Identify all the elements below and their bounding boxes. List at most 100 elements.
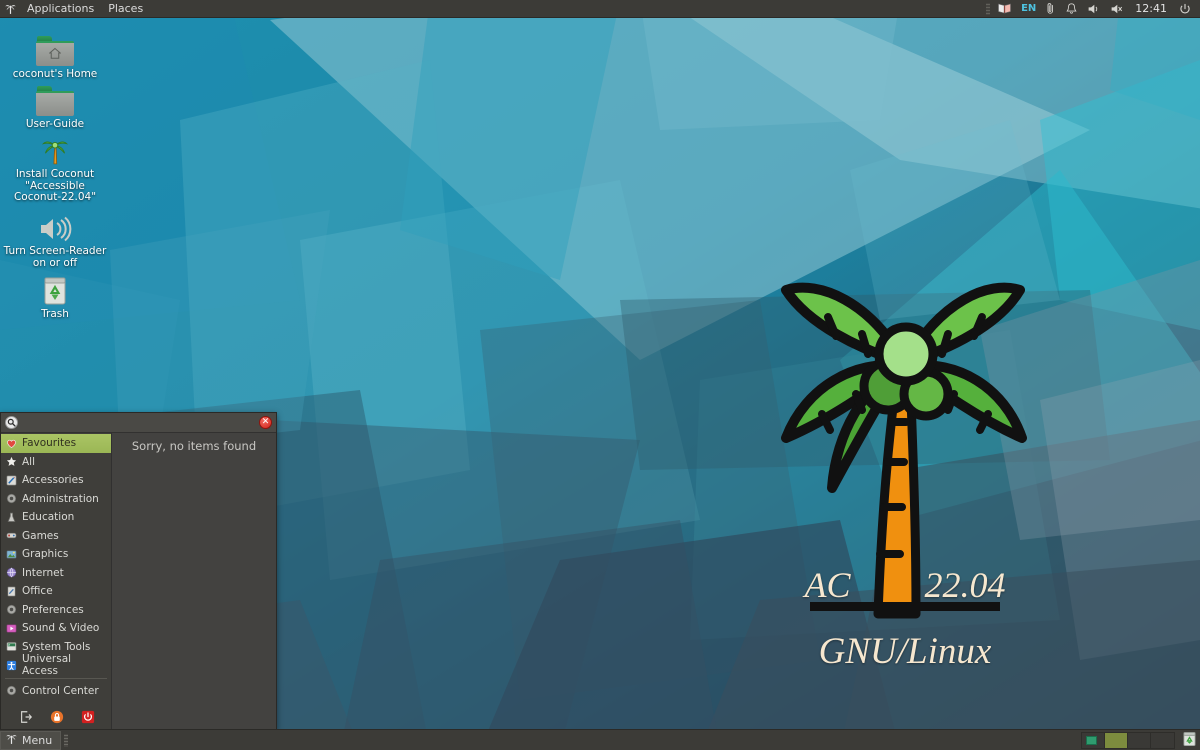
accessibility-icon [5, 659, 17, 671]
menu-category-list: Favourites All Accessories Administratio… [1, 433, 112, 729]
window-task-list [71, 730, 1081, 750]
menu-category-all[interactable]: All [1, 453, 111, 472]
desktop-icon-label: Trash [41, 308, 69, 320]
search-icon[interactable] [5, 416, 18, 429]
menu-places[interactable]: Places [101, 0, 150, 18]
top-panel-menus: Applications Places [0, 0, 150, 18]
palm-tree-icon [0, 2, 20, 15]
workspace-window-thumb [1086, 735, 1097, 745]
workspace-switcher [1081, 731, 1175, 749]
lock-icon[interactable] [50, 710, 64, 724]
menu-category-label: Favourites [22, 437, 77, 450]
trash-icon [0, 268, 110, 306]
gear-icon [5, 685, 17, 697]
menu-category-label: Graphics [22, 548, 69, 561]
top-panel: Applications Places EN 12:41 [0, 0, 1200, 18]
power-icon[interactable] [81, 710, 95, 724]
folder-icon [0, 78, 110, 116]
menu-category-label: Education [22, 511, 75, 524]
bottom-panel: Menu [0, 729, 1200, 750]
home-folder-icon [0, 28, 110, 66]
play-icon [5, 622, 17, 634]
desktop-icon-turn-screen-reader[interactable]: Turn Screen-Reader on or off [0, 205, 110, 269]
menu-category-label: System Tools [22, 640, 91, 653]
globe-icon [5, 567, 17, 579]
system-tray: EN 12:41 [986, 0, 1200, 18]
workspace-2[interactable] [1105, 732, 1128, 748]
menu-category-sound-video[interactable]: Sound & Video [1, 619, 111, 638]
document-icon [5, 585, 17, 597]
application-menu-window: ✕ Favourites All Accessories Administrat… [0, 412, 277, 730]
workspace-3[interactable] [1128, 732, 1151, 748]
logo-version-line: AC 22.04 [790, 564, 1020, 606]
menu-button-label: Menu [22, 733, 53, 747]
menu-body: Favourites All Accessories Administratio… [1, 433, 276, 729]
book-icon[interactable] [992, 0, 1017, 18]
desktop-icon-trash[interactable]: Trash [0, 268, 110, 321]
menu-category-preferences[interactable]: Preferences [1, 601, 111, 620]
menu-applications[interactable]: Applications [20, 0, 101, 18]
empty-state-message: Sorry, no items found [131, 439, 257, 453]
menu-category-control-center[interactable]: Control Center [1, 682, 111, 701]
menu-category-label: Accessories [22, 474, 84, 487]
workspace-4[interactable] [1151, 732, 1174, 748]
menu-category-accessories[interactable]: Accessories [1, 471, 111, 490]
menu-category-administration[interactable]: Administration [1, 490, 111, 509]
logo-os-name: GNU/Linux [818, 631, 992, 672]
trash-icon [1182, 730, 1197, 750]
menu-category-label: Sound & Video [22, 622, 100, 635]
heart-icon [5, 437, 17, 449]
logo-version-prefix: AC [804, 565, 851, 605]
speaker-icon[interactable] [1082, 0, 1105, 18]
search-input[interactable] [18, 416, 259, 429]
desktop-icon-user-guide[interactable]: User-Guide [0, 78, 110, 131]
desktop-icon-label: Turn Screen-Reader on or off [3, 245, 107, 269]
menu-category-label: Administration [22, 492, 99, 505]
menu-category-graphics[interactable]: Graphics [1, 545, 111, 564]
desktop-screen: Applications Places EN 12:41 coconut's H… [0, 0, 1200, 750]
image-icon [5, 548, 17, 560]
gear-icon [5, 493, 17, 505]
flask-icon [5, 511, 17, 523]
desktop-icon-label: Install Coconut "Accessible Coconut-22.0… [13, 168, 97, 203]
speaker-muted-icon[interactable] [1105, 0, 1128, 18]
menu-search-bar: ✕ [1, 413, 276, 433]
menu-category-label: Preferences [22, 603, 84, 616]
close-icon[interactable]: ✕ [259, 416, 272, 429]
gear-icon [5, 604, 17, 616]
trash-button[interactable] [1178, 730, 1200, 750]
coconut-logo: AC 22.04 GNU/Linux [770, 262, 1040, 682]
menu-category-label: Internet [22, 566, 64, 579]
menu-category-label: All [22, 455, 36, 468]
keyboard-layout-indicator[interactable]: EN [1017, 3, 1040, 14]
logout-icon[interactable] [19, 710, 33, 724]
menu-category-favourites[interactable]: Favourites [1, 434, 111, 453]
menu-category-label: Games [22, 529, 59, 542]
accessories-icon [5, 474, 17, 486]
menu-category-label: Universal Access [22, 653, 72, 678]
power-icon[interactable] [1174, 0, 1196, 18]
palm-tree-icon [0, 128, 110, 166]
clock[interactable]: 12:41 [1128, 2, 1174, 15]
workspace-1[interactable] [1082, 732, 1105, 748]
menu-application-pane: Sorry, no items found [112, 433, 276, 729]
speaker-icon [0, 205, 110, 243]
desktop-icon-coconuts-home[interactable]: coconut's Home [0, 28, 110, 81]
paperclip-icon[interactable] [1040, 0, 1061, 18]
tray-grip-handle[interactable] [986, 2, 991, 15]
panel-grip-handle[interactable] [64, 733, 69, 747]
logo-version-number: 22.04 [924, 565, 1006, 605]
star-icon [5, 456, 17, 468]
palm-tree-icon [5, 732, 18, 748]
menu-category-games[interactable]: Games [1, 527, 111, 546]
menu-category-universal-access[interactable]: Universal Access [1, 653, 111, 678]
bell-icon[interactable] [1061, 0, 1082, 18]
menu-category-label: Control Center [22, 684, 99, 697]
menu-category-office[interactable]: Office [1, 582, 111, 601]
menu-category-label: Office [22, 585, 53, 598]
menu-button[interactable]: Menu [0, 730, 62, 750]
desktop-icon-install-coconut[interactable]: Install Coconut "Accessible Coconut-22.0… [0, 128, 110, 204]
menu-category-internet[interactable]: Internet [1, 564, 111, 583]
menu-divider [5, 677, 107, 679]
menu-category-education[interactable]: Education [1, 508, 111, 527]
